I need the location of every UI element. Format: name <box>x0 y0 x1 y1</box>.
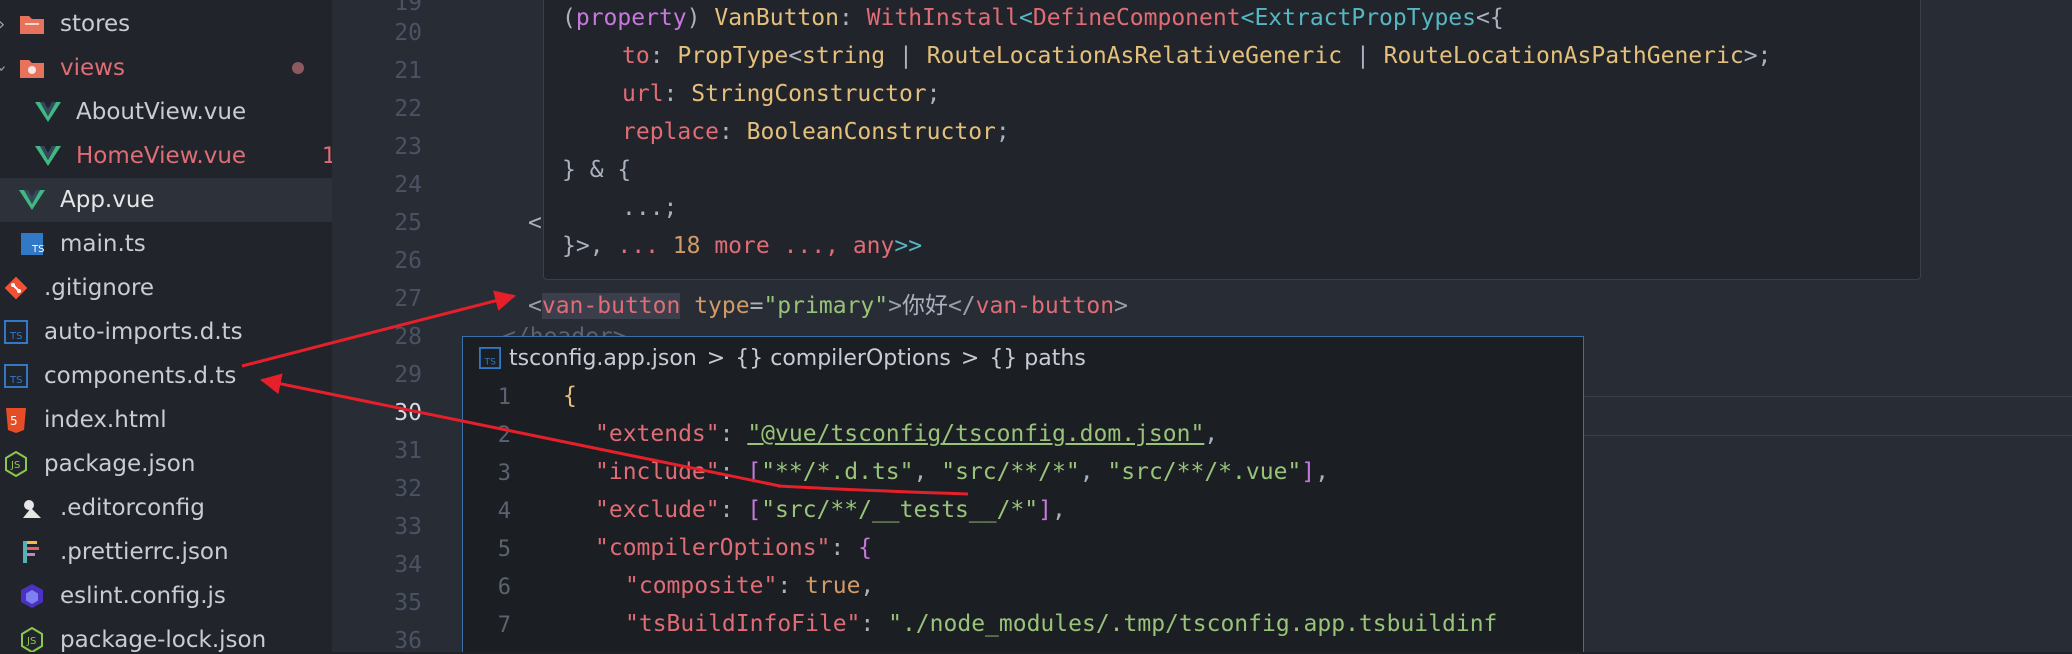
hover-line: }>, ... 18 more ..., any>> <box>562 233 923 259</box>
hover-line: replace: BooleanConstructor; <box>622 119 1010 145</box>
line-number: 23 <box>394 134 422 160</box>
svg-text:5: 5 <box>10 414 18 428</box>
explorer-item-eslint-config[interactable]: eslint.config.js <box>0 574 332 618</box>
explorer-item-main-ts[interactable]: TS main.ts <box>0 222 332 266</box>
explorer-item-views[interactable]: › views <box>0 46 332 90</box>
vue-icon <box>18 186 46 214</box>
line-number: 33 <box>394 514 422 540</box>
explorer-item-homeview[interactable]: HomeView.vue 1 <box>0 134 332 178</box>
json-line: "compilerOptions": { <box>595 535 872 561</box>
line-number: 22 <box>394 96 422 122</box>
hover-line: (property) VanButton: WithInstall<Define… <box>562 5 1504 31</box>
breadcrumb-file[interactable]: tsconfig.app.json <box>509 346 697 371</box>
svg-text:JS: JS <box>10 460 20 471</box>
explorer-item-editorconfig[interactable]: .editorconfig <box>0 486 332 530</box>
line-number: 35 <box>394 590 422 616</box>
line-number: 2 <box>497 423 511 448</box>
svg-text:TS: TS <box>9 331 22 342</box>
json-line: { <box>563 383 577 409</box>
current-line-highlight <box>1580 396 2072 436</box>
line-number: 5 <box>497 537 511 562</box>
json-line: "composite": true, <box>625 573 875 599</box>
eslint-icon <box>18 582 46 610</box>
explorer-item-components-dts[interactable]: TS components.d.ts <box>0 354 332 398</box>
line-number: 25 <box>394 210 422 236</box>
svg-text:TS: TS <box>484 356 497 367</box>
json-line: "tsBuildInfoFile": "./node_modules/.tmp/… <box>625 611 1498 637</box>
line-number: 21 <box>394 58 422 84</box>
explorer-item-app-vue[interactable]: App.vue <box>0 178 332 222</box>
breadcrumb-paths[interactable]: {} paths <box>989 346 1085 371</box>
vue-icon <box>34 142 62 170</box>
svg-text:JS: JS <box>26 636 36 647</box>
code-line-25: < <box>528 210 542 236</box>
explorer-item-auto-imports[interactable]: TS auto-imports.d.ts <box>0 310 332 354</box>
hover-line: to: PropType<string | RouteLocationAsRel… <box>622 43 1772 69</box>
ts-icon: TS <box>18 230 46 258</box>
json-line: "include": ["**/*.d.ts", "src/**/*", "sr… <box>595 459 1329 485</box>
type-hover-tooltip: (property) VanButton: WithInstall<Define… <box>543 0 1921 280</box>
hover-line: } & { <box>562 157 632 183</box>
modified-dot <box>292 62 304 74</box>
hover-line: url: StringConstructor; <box>622 81 941 107</box>
ts-icon: TS <box>2 362 30 390</box>
json-line: "extends": "@vue/tsconfig/tsconfig.dom.j… <box>595 421 1219 447</box>
explorer-item-prettierrc[interactable]: .prettierrc.json <box>0 530 332 574</box>
breadcrumb-compiler-options[interactable]: {} compilerOptions <box>735 346 951 371</box>
node-icon: JS <box>2 450 30 478</box>
breadcrumb-separator: > <box>960 345 980 371</box>
line-number: 32 <box>394 476 422 502</box>
line-number: 27 <box>394 286 422 312</box>
line-number: 6 <box>497 575 511 600</box>
code-line-27[interactable]: <van-button type="primary">你好</van-butto… <box>528 286 1128 320</box>
line-number: 36 <box>394 628 422 654</box>
prettier-icon <box>18 538 46 566</box>
explorer-item-package-json[interactable]: JS package.json <box>0 442 332 486</box>
line-number: 7 <box>497 613 511 638</box>
current-line-number: 30 <box>394 400 422 426</box>
line-number: 19 <box>394 0 422 16</box>
line-number: 26 <box>394 248 422 274</box>
line-number: 28 <box>394 324 422 350</box>
line-number: 1 <box>497 385 511 410</box>
html-icon: 5 <box>2 406 30 434</box>
line-number: 4 <box>497 499 511 524</box>
editorconfig-icon <box>18 494 46 522</box>
explorer-item-index-html[interactable]: 5 index.html <box>0 398 332 442</box>
explorer-item-package-lock[interactable]: JS package-lock.json <box>0 618 332 652</box>
line-number: 20 <box>394 20 422 46</box>
json-line: "exclude": ["src/**/__tests__/*"], <box>595 497 1066 523</box>
chevron-right-icon: › <box>0 14 5 35</box>
chevron-down-icon: › <box>0 64 12 71</box>
explorer-item-aboutview[interactable]: AboutView.vue <box>0 90 332 134</box>
node-icon: JS <box>18 626 46 652</box>
folder-icon <box>18 10 46 38</box>
svg-text:TS: TS <box>9 375 22 386</box>
line-number: 34 <box>394 552 422 578</box>
line-number: 31 <box>394 438 422 464</box>
vue-icon <box>34 98 62 126</box>
line-number: 3 <box>497 461 511 486</box>
file-explorer: › stores › views AboutView.vue HomeView.… <box>0 0 332 652</box>
peek-tsconfig-panel[interactable]: TS tsconfig.app.json > {} compilerOption… <box>462 336 1584 652</box>
breadcrumb-separator: > <box>706 345 726 371</box>
explorer-item-stores[interactable]: › stores <box>0 2 332 46</box>
hover-line: ...; <box>622 195 678 221</box>
problem-count-badge: 1 <box>322 143 332 169</box>
svg-text:TS: TS <box>31 244 44 255</box>
peek-breadcrumb: TS tsconfig.app.json > {} compilerOption… <box>463 337 1583 379</box>
line-number: 29 <box>394 362 422 388</box>
git-icon <box>2 274 30 302</box>
ts-icon: TS <box>2 318 30 346</box>
explorer-item-gitignore[interactable]: .gitignore <box>0 266 332 310</box>
ts-icon: TS <box>479 347 501 369</box>
folder-open-icon <box>18 54 46 82</box>
line-number: 24 <box>394 172 422 198</box>
